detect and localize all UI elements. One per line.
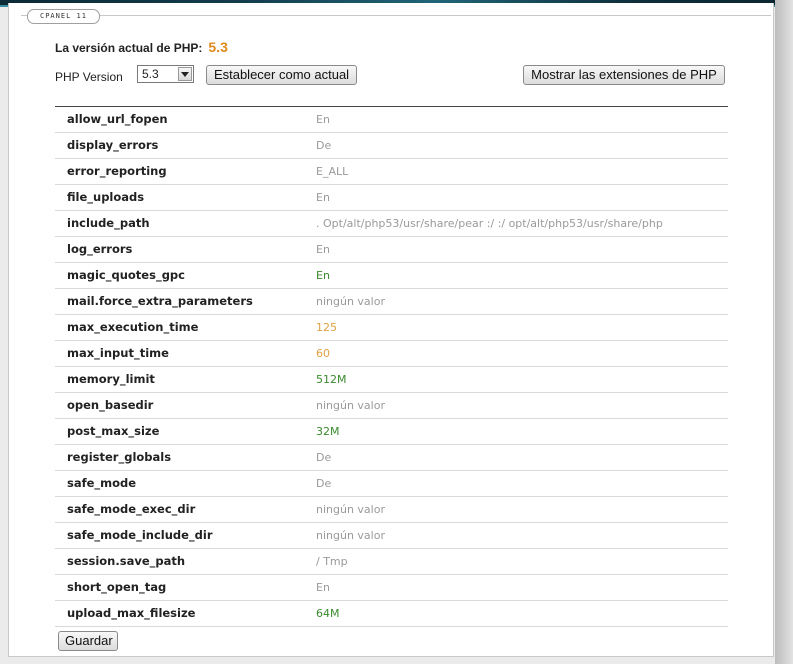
table-row: mail.force_extra_parameters ningún valor bbox=[55, 289, 728, 315]
table-row: file_uploads En bbox=[55, 185, 728, 211]
table-row: display_errors De bbox=[55, 133, 728, 159]
window-edge bbox=[775, 0, 793, 664]
php-version-selected: 5.3 bbox=[142, 67, 159, 81]
table-row: safe_mode De bbox=[55, 471, 728, 497]
setting-value: De bbox=[316, 451, 332, 464]
setting-key: allow_url_fopen bbox=[67, 112, 168, 126]
setting-value: En bbox=[316, 191, 330, 204]
setting-value: / Tmp bbox=[316, 555, 348, 568]
table-row: error_reporting E_ALL bbox=[55, 159, 728, 185]
setting-value: . Opt/alt/php53/usr/share/pear :/ :/ opt… bbox=[316, 217, 663, 230]
setting-key: upload_max_filesize bbox=[67, 606, 196, 620]
setting-value: De bbox=[316, 477, 332, 490]
setting-key: memory_limit bbox=[67, 372, 155, 386]
setting-value: En bbox=[316, 581, 330, 594]
setting-value: En bbox=[316, 243, 330, 256]
current-version-label: La versión actual de PHP: bbox=[55, 41, 203, 55]
setting-key: register_globals bbox=[67, 450, 172, 464]
setting-value: 512M bbox=[316, 373, 347, 386]
table-row: magic_quotes_gpc En bbox=[55, 263, 728, 289]
setting-value: 60 bbox=[316, 347, 330, 360]
setting-key: short_open_tag bbox=[67, 580, 167, 594]
table-row: session.save_path / Tmp bbox=[55, 549, 728, 575]
setting-key: safe_mode bbox=[67, 476, 137, 490]
chevron-down-icon[interactable] bbox=[178, 67, 192, 81]
setting-value: En bbox=[316, 269, 330, 282]
current-version-value: 5.3 bbox=[208, 39, 228, 55]
setting-key: post_max_size bbox=[67, 424, 160, 438]
table-row: open_basedir ningún valor bbox=[55, 393, 728, 419]
save-button[interactable]: Guardar bbox=[58, 631, 118, 651]
setting-key: display_errors bbox=[67, 138, 159, 152]
setting-value: 32M bbox=[316, 425, 340, 438]
setting-key: open_basedir bbox=[67, 398, 154, 412]
table-row: safe_mode_exec_dir ningún valor bbox=[55, 497, 728, 523]
setting-key: safe_mode_exec_dir bbox=[67, 502, 196, 516]
table-row: max_input_time 60 bbox=[55, 341, 728, 367]
setting-value: En bbox=[316, 113, 330, 126]
setting-key: magic_quotes_gpc bbox=[67, 268, 185, 282]
cpanel-badge: CPANEL 11 bbox=[27, 9, 100, 24]
setting-key: mail.force_extra_parameters bbox=[67, 294, 253, 308]
setting-key: include_path bbox=[67, 216, 150, 230]
table-row: max_execution_time 125 bbox=[55, 315, 728, 341]
setting-value: 64M bbox=[316, 607, 340, 620]
setting-value: ningún valor bbox=[316, 295, 385, 308]
setting-value: 125 bbox=[316, 321, 337, 334]
table-row: log_errors En bbox=[55, 237, 728, 263]
setting-key: max_execution_time bbox=[67, 320, 199, 334]
table-row: short_open_tag En bbox=[55, 575, 728, 601]
table-row: allow_url_fopen En bbox=[55, 107, 728, 133]
setting-value: De bbox=[316, 139, 332, 152]
php-settings-table: allow_url_fopen En display_errors De error_r… bbox=[55, 106, 728, 627]
table-row: post_max_size 32M bbox=[55, 419, 728, 445]
setting-value: ningún valor bbox=[316, 399, 385, 412]
setting-key: file_uploads bbox=[67, 190, 145, 204]
setting-key: session.save_path bbox=[67, 554, 186, 568]
setting-key: error_reporting bbox=[67, 164, 167, 178]
php-version-label: PHP Version bbox=[55, 70, 123, 84]
setting-key: log_errors bbox=[67, 242, 133, 256]
table-row: register_globals De bbox=[55, 445, 728, 471]
setting-value: ningún valor bbox=[316, 529, 385, 542]
table-row: include_path . Opt/alt/php53/usr/share/pe… bbox=[55, 211, 728, 237]
setting-key: safe_mode_include_dir bbox=[67, 528, 213, 542]
php-config-panel: CPANEL 11 La versión actual de PHP: 5.3 P… bbox=[8, 3, 774, 657]
php-version-select[interactable]: 5.3 bbox=[137, 65, 194, 83]
setting-key: max_input_time bbox=[67, 346, 169, 360]
show-extensions-button[interactable]: Mostrar las extensiones de PHP bbox=[523, 65, 725, 85]
setting-value: E_ALL bbox=[316, 165, 349, 178]
table-row: memory_limit 512M bbox=[55, 367, 728, 393]
header-divider bbox=[21, 15, 771, 16]
table-row: upload_max_filesize 64M bbox=[55, 601, 728, 627]
current-php-version: La versión actual de PHP: 5.3 bbox=[55, 39, 228, 55]
table-row: safe_mode_include_dir ningún valor bbox=[55, 523, 728, 549]
setting-value: ningún valor bbox=[316, 503, 385, 516]
set-current-button[interactable]: Establecer como actual bbox=[206, 65, 357, 85]
